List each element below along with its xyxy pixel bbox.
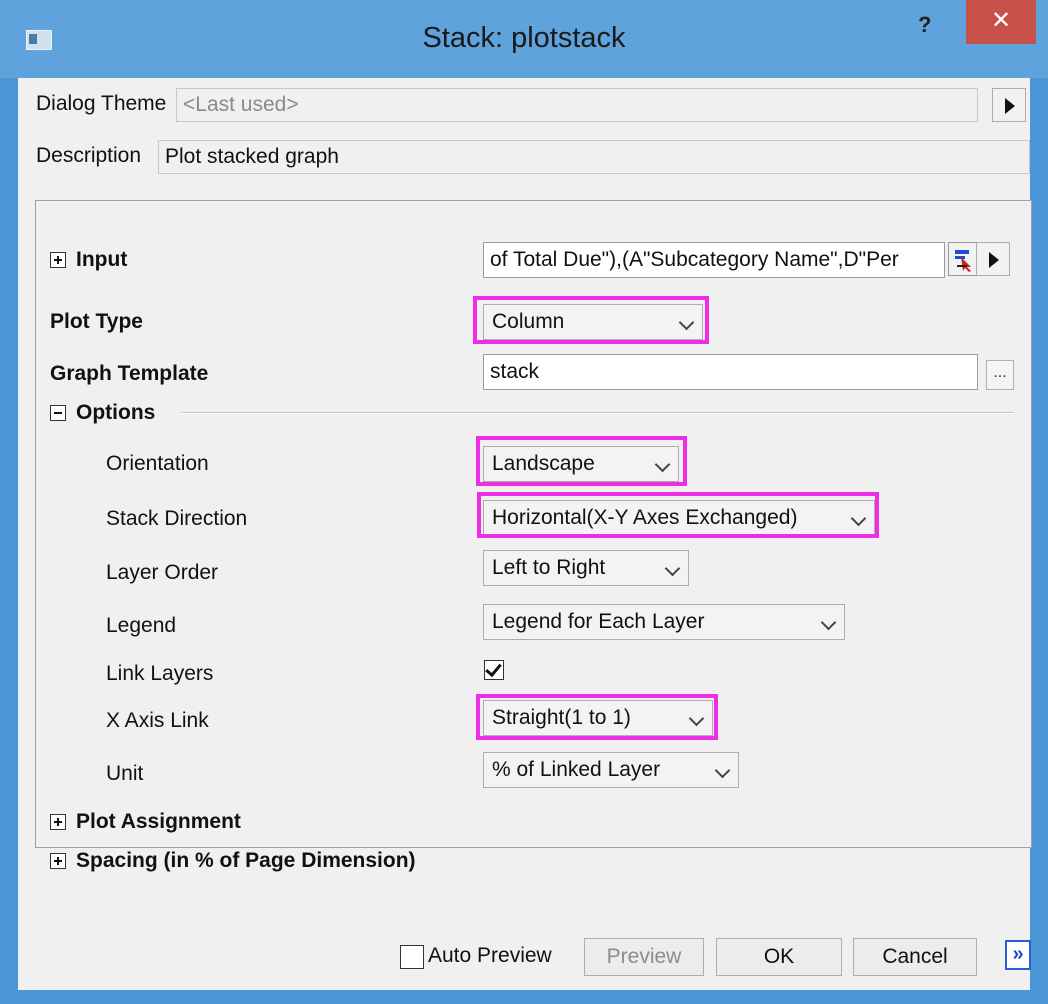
layer-order-label: Layer Order — [106, 561, 219, 584]
expand-plus-icon[interactable] — [50, 252, 66, 268]
chevron-down-icon — [664, 560, 681, 577]
window-title: Stack: plotstack — [422, 22, 626, 54]
plot-assignment-label: Plot Assignment — [76, 810, 241, 833]
plot-type-label: Plot Type — [50, 310, 143, 333]
highlight-orientation — [476, 436, 687, 486]
highlight-plot-type — [473, 296, 709, 344]
layer-order-select[interactable]: Left to Right — [483, 550, 689, 586]
spacing-label: Spacing (in % of Page Dimension) — [76, 849, 416, 872]
help-icon[interactable]: ? — [918, 12, 931, 38]
legend-value: Legend for Each Layer — [492, 610, 705, 633]
dialog-theme-field[interactable]: <Last used> — [176, 88, 978, 122]
ok-button[interactable]: OK — [716, 938, 842, 976]
description-label: Description — [36, 144, 142, 167]
close-button[interactable]: ✕ — [966, 0, 1036, 44]
highlight-x-axis-link — [476, 694, 718, 740]
dialog-theme-label: Dialog Theme — [36, 92, 167, 115]
cancel-button[interactable]: Cancel — [853, 938, 977, 976]
orientation-label: Orientation — [106, 452, 209, 475]
dialog-window: Stack: plotstack ? ✕ Dialog Theme <Last … — [0, 0, 1048, 1004]
preview-button[interactable]: Preview — [584, 938, 704, 976]
graph-template-field[interactable]: stack — [483, 354, 978, 390]
input-field[interactable]: of Total Due"),(A"Subcategory Name",D"Pe… — [483, 242, 945, 278]
chevron-down-icon — [714, 762, 731, 779]
auto-preview-checkbox[interactable] — [400, 945, 424, 969]
legend-label: Legend — [106, 614, 177, 637]
options-label: Options — [76, 401, 156, 424]
title-bar: Stack: plotstack ? ✕ — [0, 0, 1048, 78]
auto-preview-label: Auto Preview — [428, 944, 552, 967]
expand-plus-icon[interactable] — [50, 814, 66, 830]
chevron-down-icon — [820, 614, 837, 631]
expand-plus-icon[interactable] — [50, 853, 66, 869]
graph-template-label: Graph Template — [50, 362, 209, 385]
select-range-icon — [955, 250, 971, 272]
input-menu-button[interactable] — [976, 242, 1010, 276]
play-arrow-icon — [1005, 98, 1015, 114]
description-field: Plot stacked graph — [158, 140, 1030, 174]
unit-label: Unit — [106, 762, 144, 785]
link-layers-checkbox[interactable] — [484, 659, 504, 680]
highlight-stack-direction — [477, 492, 879, 538]
unit-value: % of Linked Layer — [492, 758, 661, 781]
checkmark-icon — [485, 659, 502, 678]
options-separator-highlight — [180, 413, 1014, 414]
input-label: Input — [76, 248, 128, 271]
legend-select[interactable]: Legend for Each Layer — [483, 604, 845, 640]
play-arrow-icon — [989, 252, 999, 268]
x-axis-link-label: X Axis Link — [106, 709, 209, 732]
collapse-minus-icon[interactable] — [50, 405, 66, 421]
unit-select[interactable]: % of Linked Layer — [483, 752, 739, 788]
link-layers-label: Link Layers — [106, 662, 214, 685]
stack-direction-label: Stack Direction — [106, 507, 248, 530]
browse-template-button[interactable]: ... — [986, 360, 1014, 390]
layer-order-value: Left to Right — [492, 556, 606, 579]
more-options-button[interactable]: » — [1005, 940, 1031, 970]
theme-menu-button[interactable] — [992, 88, 1026, 122]
